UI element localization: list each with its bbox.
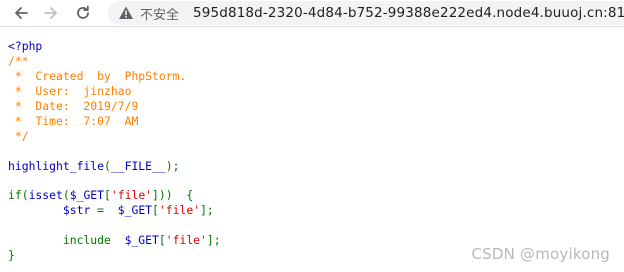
code-line: * User: jinzhao	[8, 84, 221, 99]
code-line: if(isset($_GET['file'])) {	[8, 188, 221, 203]
code-token: =	[97, 203, 111, 218]
code-line: */	[8, 129, 221, 144]
code-string: 'file'	[110, 188, 153, 203]
address-bar[interactable]: 不安全 595d818d-2320-4d84-b752-99388e222ed4…	[108, 1, 624, 25]
arrow-right-icon	[44, 7, 57, 19]
code-line: * Date: 2019/7/9	[8, 99, 221, 114]
forward-button[interactable]	[38, 0, 64, 26]
code-token: ];	[200, 203, 214, 218]
code-token: <?php	[8, 39, 43, 53]
back-button[interactable]	[8, 0, 34, 26]
code-comment: /**	[8, 53, 29, 68]
code-token: if(	[8, 188, 29, 203]
watermark: CSDN @moyikong	[471, 245, 610, 263]
code-token: );	[165, 158, 180, 173]
code-comment: * Time: 7:07 AM	[8, 113, 139, 128]
code-token: (	[62, 188, 70, 203]
code-token: ])) {	[152, 188, 194, 203]
code-line: * Created by PhpStorm.	[8, 69, 221, 84]
code-line: $str = $_GET['file'];	[8, 203, 221, 218]
warning-icon[interactable]	[118, 5, 134, 21]
code-comment: * Date: 2019/7/9	[8, 98, 139, 113]
code-token: __FILE__	[110, 158, 166, 173]
code-token: ];	[206, 233, 221, 248]
code-line: include $_GET['file'];	[8, 233, 221, 248]
code-token: [	[158, 233, 166, 248]
code-token: include	[8, 233, 125, 248]
browser-toolbar: 不安全 595d818d-2320-4d84-b752-99388e222ed4…	[0, 0, 624, 26]
reload-icon	[77, 5, 89, 19]
code-token: $str	[62, 203, 98, 218]
url-text[interactable]: 595d818d-2320-4d84-b752-99388e222ed4.nod…	[193, 5, 624, 21]
code-token: isset	[28, 188, 63, 203]
code-comment: */	[8, 128, 29, 143]
code-line: * Time: 7:07 AM	[8, 114, 221, 129]
code-token: $_GET	[110, 203, 153, 218]
code-line: /**	[8, 54, 221, 69]
code-line: highlight_file(__FILE__);	[8, 159, 221, 174]
code-token: highlight_file	[8, 158, 105, 173]
code-token: [	[104, 188, 111, 203]
arrow-left-icon	[15, 7, 28, 19]
code-token: $_GET	[124, 233, 159, 248]
code-comment: * User: jinzhao	[8, 83, 132, 98]
toolbar-divider	[0, 26, 624, 27]
code-string: 'file'	[165, 233, 207, 248]
code-token: }	[8, 248, 15, 263]
code-string: 'file'	[158, 203, 201, 218]
code-line: }	[8, 248, 221, 263]
code-token: $_GET	[69, 188, 105, 203]
code-line: <?php	[8, 39, 221, 54]
reload-button[interactable]	[70, 0, 96, 26]
code-token: [	[152, 203, 159, 218]
php-source: <?php/** * Created by PhpStorm. * User: …	[8, 39, 221, 263]
security-label[interactable]: 不安全	[140, 4, 179, 23]
code-comment: * Created by PhpStorm.	[8, 68, 187, 83]
code-token: (	[104, 158, 111, 173]
